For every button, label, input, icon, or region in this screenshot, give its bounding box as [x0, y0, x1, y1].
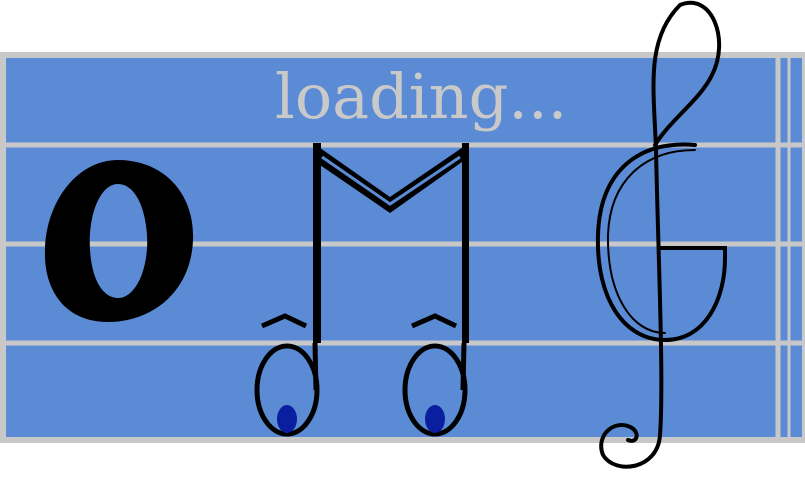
- music-staff-graphic: loading...: [0, 0, 805, 469]
- note-stem-left: [313, 143, 321, 343]
- note-stem-right: [462, 143, 469, 343]
- left-pupil: [277, 405, 297, 433]
- loading-text: loading...: [275, 60, 567, 133]
- loading-screen: loading...: [0, 0, 805, 477]
- right-pupil: [425, 405, 445, 433]
